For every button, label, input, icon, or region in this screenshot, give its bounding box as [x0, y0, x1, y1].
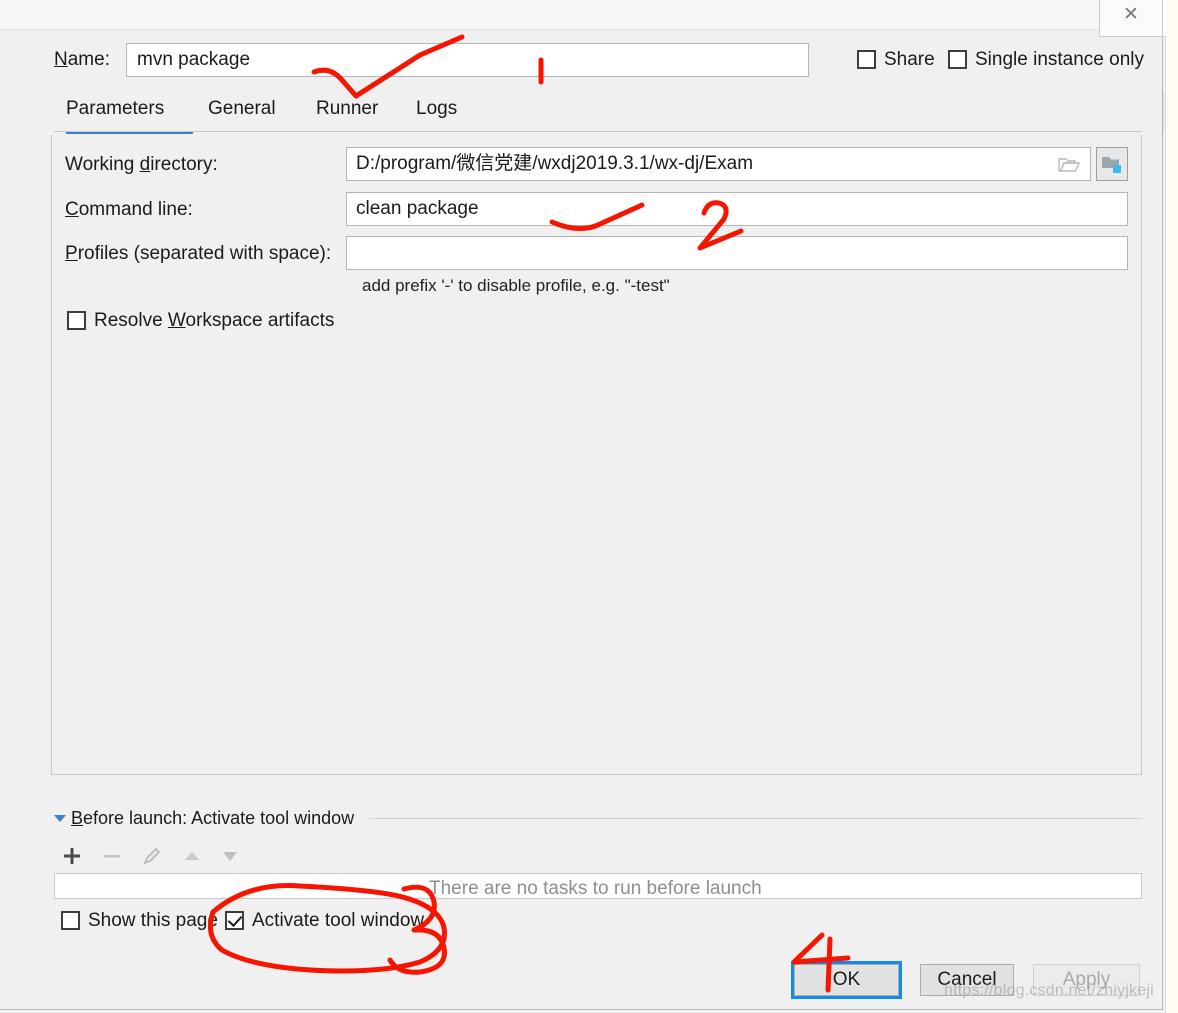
tab-runner[interactable]: Runner	[316, 98, 378, 132]
remove-task-button	[97, 841, 127, 871]
tab-logs[interactable]: Logs	[416, 98, 457, 132]
parameters-panel	[51, 135, 1142, 775]
close-icon[interactable]: ✕	[1099, 0, 1163, 37]
ok-button-label: OK	[832, 969, 861, 990]
share-checkbox-box	[857, 50, 876, 69]
resolve-workspace-checkbox-box	[67, 311, 86, 330]
tab-general-label: General	[208, 98, 276, 119]
move-down-button	[215, 841, 245, 871]
single-instance-checkbox-label: Single instance only	[975, 49, 1144, 70]
tab-runner-label: Runner	[316, 98, 379, 119]
resolve-workspace-checkbox-label: Resolve Workspace artifacts	[94, 310, 335, 331]
show-this-page-checkbox-box	[61, 911, 80, 930]
ok-button[interactable]: OK	[791, 961, 902, 999]
module-folder-button[interactable]	[1096, 147, 1128, 181]
edit-task-button	[137, 841, 167, 871]
activate-tool-window-checkbox-label: Activate tool window	[252, 910, 425, 931]
arrow-up-icon	[185, 852, 199, 860]
share-checkbox[interactable]: Share	[857, 49, 935, 71]
single-instance-checkbox[interactable]: Single instance only	[948, 49, 1144, 71]
before-launch-empty-text: There are no tasks to run before launch	[429, 878, 762, 899]
watermark: https://blog.csdn.net/zhiyjkeji	[944, 982, 1154, 999]
before-launch-title: Before launch: Activate tool window	[71, 808, 355, 828]
profiles-hint: add prefix '-' to disable profile, e.g. …	[362, 276, 670, 295]
activate-tool-window-checkbox[interactable]: Activate tool window	[225, 910, 424, 932]
tab-parameters[interactable]: Parameters	[66, 98, 164, 132]
profiles-label: Profiles (separated with space):	[65, 243, 332, 264]
arrow-down-icon	[223, 852, 237, 861]
tab-bar-divider	[54, 131, 1142, 132]
add-task-button[interactable]	[57, 841, 87, 871]
triangle-down-icon[interactable]	[54, 815, 66, 822]
activate-tool-window-checkbox-box	[225, 911, 244, 930]
before-launch-divider	[369, 818, 1142, 819]
share-checkbox-label: Share	[884, 49, 935, 70]
close-glyph: ✕	[1123, 4, 1139, 25]
working-directory-label: Working directory:	[65, 154, 218, 175]
run-configuration-dialog: ✕ Name: Share Single instance only Param…	[0, 0, 1163, 1010]
dialog-titlebar	[0, 0, 1162, 30]
minus-icon	[104, 855, 120, 858]
before-launch-toolbar	[57, 841, 317, 871]
tab-parameters-label: Parameters	[66, 98, 165, 119]
tab-bar: Parameters General Runner Logs	[54, 98, 1142, 134]
plus-icon	[64, 848, 80, 864]
command-line-label: Command line:	[65, 199, 193, 220]
show-this-page-checkbox[interactable]: Show this page	[61, 910, 218, 932]
working-directory-value: D:/program/微信党建/wxdj2019.3.1/wx-dj/Exam	[356, 153, 754, 174]
show-this-page-checkbox-label: Show this page	[88, 910, 218, 931]
name-label: Name:	[54, 49, 110, 70]
tab-general[interactable]: General	[208, 98, 276, 132]
background-editor-area	[1165, 0, 1178, 1013]
profiles-input[interactable]	[346, 236, 1128, 270]
folder-open-icon[interactable]	[1058, 156, 1080, 173]
tab-logs-label: Logs	[416, 98, 458, 119]
working-directory-input[interactable]: D:/program/微信党建/wxdj2019.3.1/wx-dj/Exam	[346, 147, 1091, 181]
command-line-value: clean package	[356, 198, 479, 219]
single-instance-checkbox-box	[948, 50, 967, 69]
name-input[interactable]	[126, 43, 809, 77]
move-up-button	[177, 841, 207, 871]
pencil-icon	[143, 847, 161, 865]
command-line-input[interactable]: clean package	[346, 192, 1128, 226]
resolve-workspace-checkbox[interactable]: Resolve Workspace artifacts	[67, 310, 334, 332]
module-folder-icon	[1102, 156, 1121, 173]
